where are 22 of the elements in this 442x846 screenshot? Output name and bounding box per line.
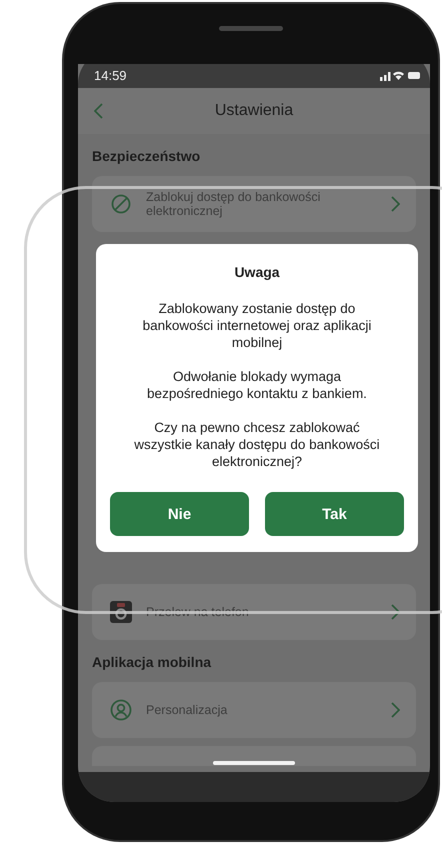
settings-item[interactable]: Zablokuj dostęp do bankowości elektronicznej [92,176,416,232]
dialog-message: Zablokowany zostanie dostęp do bankowości internetowej oraz aplikacji mobilnej [142,300,372,351]
chevron-right-icon [391,702,400,718]
status-icons [380,70,420,80]
dialog-button[interactable]: Tak [265,492,404,536]
back-icon[interactable] [94,103,103,119]
user-icon [110,699,132,721]
settings-item[interactable] [92,746,416,766]
chevron-right-icon [391,196,400,212]
dialog-button[interactable]: Nie [110,492,249,536]
dialog-title: Uwaga [234,264,280,280]
dialog-message: Czy na pewno chcesz zablokować wszystkie kanały dostępu do bankowości elektronicznej? [133,419,381,470]
section-title: Aplikacja mobilna [91,653,212,672]
blocked-icon [110,193,132,215]
section-title: Bezpieczeństwo [91,147,202,166]
status-time: 14:59 [94,68,127,82]
settings-item[interactable]: Przelew na telefon [92,584,416,640]
home-indicator[interactable] [213,761,295,765]
dialog-message: Odwołanie blokady wymaga bezpośredniego kontaktu z bankiem. [146,368,368,402]
settings-item[interactable]: Personalizacja [92,682,416,738]
chevron-right-icon [391,604,400,620]
screen-title: Ustawienia [214,102,294,120]
